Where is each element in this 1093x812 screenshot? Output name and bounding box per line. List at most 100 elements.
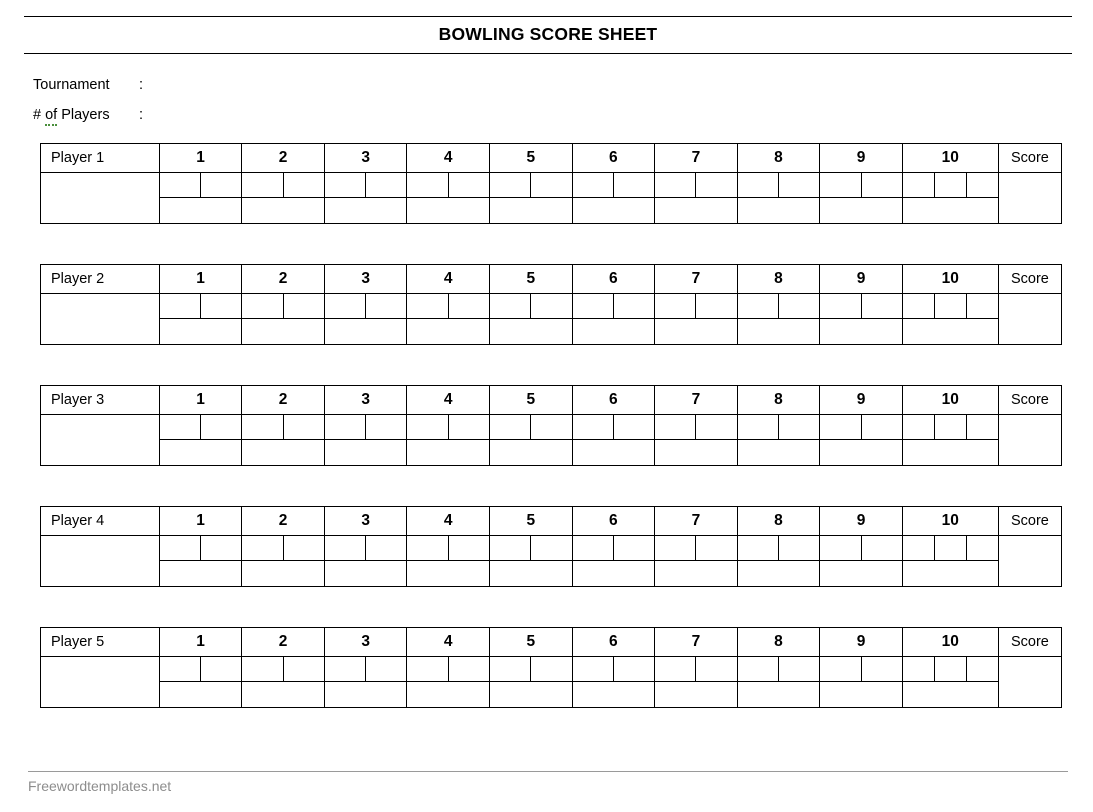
ball-cell[interactable] — [323, 535, 367, 561]
ball-cell[interactable] — [965, 172, 999, 198]
frame-total-cell[interactable] — [571, 318, 656, 345]
frame-total-cell[interactable] — [654, 681, 738, 708]
frame-total-cell[interactable] — [158, 197, 243, 224]
ball-cell[interactable] — [323, 293, 367, 319]
ball-cell[interactable] — [488, 293, 532, 319]
ball-cell[interactable] — [860, 172, 903, 198]
ball-cell[interactable] — [447, 656, 490, 682]
frame-total-cell[interactable] — [736, 197, 821, 224]
frame-total-cell[interactable] — [901, 681, 999, 708]
ball-cell[interactable] — [965, 535, 999, 561]
ball-cell[interactable] — [365, 172, 408, 198]
frame-total-cell[interactable] — [323, 197, 408, 224]
ball-cell[interactable] — [819, 535, 862, 561]
ball-cell[interactable] — [901, 293, 935, 319]
frame-total-cell[interactable] — [488, 681, 573, 708]
ball-cell[interactable] — [158, 414, 202, 440]
ball-cell[interactable] — [695, 172, 738, 198]
ball-cell[interactable] — [819, 656, 862, 682]
ball-cell[interactable] — [282, 414, 325, 440]
ball-cell[interactable] — [241, 293, 284, 319]
ball-cell[interactable] — [323, 414, 367, 440]
ball-cell[interactable] — [654, 535, 697, 561]
ball-cell[interactable] — [860, 535, 903, 561]
ball-cell[interactable] — [901, 656, 935, 682]
ball-cell[interactable] — [612, 172, 656, 198]
ball-cell[interactable] — [860, 414, 903, 440]
ball-cell[interactable] — [199, 656, 243, 682]
total-score-input[interactable] — [997, 656, 1063, 708]
player-name-input[interactable] — [40, 535, 160, 587]
ball-cell[interactable] — [819, 172, 862, 198]
ball-cell[interactable] — [933, 293, 967, 319]
ball-cell[interactable] — [488, 656, 532, 682]
ball-cell[interactable] — [530, 414, 573, 440]
frame-total-cell[interactable] — [158, 439, 243, 466]
ball-cell[interactable] — [530, 172, 573, 198]
ball-cell[interactable] — [488, 535, 532, 561]
ball-cell[interactable] — [282, 293, 325, 319]
ball-cell[interactable] — [819, 414, 862, 440]
ball-cell[interactable] — [282, 535, 325, 561]
tournament-input[interactable] — [153, 77, 433, 93]
ball-cell[interactable] — [933, 535, 967, 561]
ball-cell[interactable] — [571, 414, 614, 440]
frame-total-cell[interactable] — [736, 318, 821, 345]
ball-cell[interactable] — [241, 535, 284, 561]
ball-cell[interactable] — [736, 414, 779, 440]
total-score-input[interactable] — [997, 414, 1063, 466]
player-name-input[interactable] — [40, 293, 160, 345]
ball-cell[interactable] — [530, 656, 573, 682]
ball-cell[interactable] — [860, 656, 903, 682]
frame-total-cell[interactable] — [323, 439, 408, 466]
ball-cell[interactable] — [777, 293, 821, 319]
ball-cell[interactable] — [530, 535, 573, 561]
ball-cell[interactable] — [571, 656, 614, 682]
ball-cell[interactable] — [571, 172, 614, 198]
ball-cell[interactable] — [777, 414, 821, 440]
ball-cell[interactable] — [158, 172, 202, 198]
ball-cell[interactable] — [901, 535, 935, 561]
frame-total-cell[interactable] — [571, 681, 656, 708]
frame-total-cell[interactable] — [488, 560, 573, 587]
frame-total-cell[interactable] — [819, 197, 903, 224]
frame-total-cell[interactable] — [819, 439, 903, 466]
ball-cell[interactable] — [777, 535, 821, 561]
frame-total-cell[interactable] — [158, 318, 243, 345]
frame-total-cell[interactable] — [241, 560, 325, 587]
ball-cell[interactable] — [777, 656, 821, 682]
frame-total-cell[interactable] — [241, 197, 325, 224]
ball-cell[interactable] — [736, 535, 779, 561]
ball-cell[interactable] — [447, 293, 490, 319]
ball-cell[interactable] — [158, 293, 202, 319]
frame-total-cell[interactable] — [901, 197, 999, 224]
ball-cell[interactable] — [365, 535, 408, 561]
player-name-input[interactable] — [40, 656, 160, 708]
ball-cell[interactable] — [612, 656, 656, 682]
ball-cell[interactable] — [406, 414, 449, 440]
ball-cell[interactable] — [736, 293, 779, 319]
frame-total-cell[interactable] — [901, 318, 999, 345]
frame-total-cell[interactable] — [241, 681, 325, 708]
frame-total-cell[interactable] — [241, 318, 325, 345]
frame-total-cell[interactable] — [406, 439, 490, 466]
ball-cell[interactable] — [612, 414, 656, 440]
ball-cell[interactable] — [695, 293, 738, 319]
ball-cell[interactable] — [612, 293, 656, 319]
ball-cell[interactable] — [860, 293, 903, 319]
frame-total-cell[interactable] — [323, 681, 408, 708]
frame-total-cell[interactable] — [819, 318, 903, 345]
ball-cell[interactable] — [933, 656, 967, 682]
ball-cell[interactable] — [571, 293, 614, 319]
players-input[interactable] — [153, 107, 433, 123]
ball-cell[interactable] — [819, 293, 862, 319]
frame-total-cell[interactable] — [571, 560, 656, 587]
ball-cell[interactable] — [241, 172, 284, 198]
ball-cell[interactable] — [447, 535, 490, 561]
ball-cell[interactable] — [965, 414, 999, 440]
ball-cell[interactable] — [365, 293, 408, 319]
ball-cell[interactable] — [571, 535, 614, 561]
frame-total-cell[interactable] — [406, 318, 490, 345]
total-score-input[interactable] — [997, 293, 1063, 345]
frame-total-cell[interactable] — [736, 560, 821, 587]
